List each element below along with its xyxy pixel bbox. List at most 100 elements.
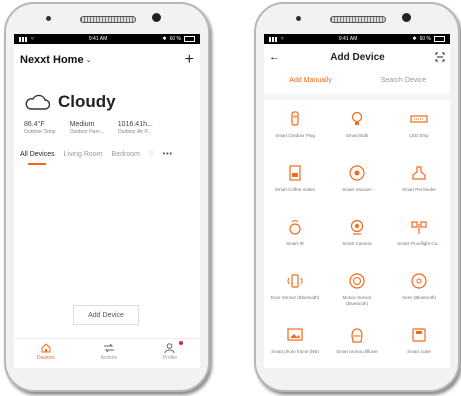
home-selector[interactable]: Nexxt Home ⌄ (20, 54, 91, 66)
device-label: LED Strip (409, 133, 429, 138)
device-camera[interactable]: Smart Camera (326, 218, 388, 264)
device-label: Smart Camera (342, 241, 372, 246)
bluetooth-icon: ✱ (412, 36, 417, 42)
stat-label: Outdoor Temp (24, 129, 56, 135)
speaker-grille (330, 16, 386, 23)
device-grid: Smart Outdoor Plug Smart Bulb LED Strip … (264, 110, 450, 368)
device-photo-frame[interactable]: Smart photo frame (NB) (264, 326, 326, 368)
room-tabs: All Devices Living Room Bedroom S ••• (20, 151, 200, 165)
nav-profile[interactable]: Profile (162, 341, 183, 361)
front-camera (402, 13, 411, 22)
status-bar: ≈ 9:41 AM ✱ 60 % (264, 34, 450, 44)
floodlight-icon (411, 221, 427, 234)
status-time: 9:41 AM (88, 36, 108, 42)
bulb-icon (351, 111, 363, 125)
signal-icon (269, 36, 277, 42)
stat-humidity: Medium Outdoor Hum... (70, 121, 104, 135)
nav-devices[interactable]: Devices (37, 343, 55, 361)
siren-icon (411, 273, 427, 289)
signal-icon (19, 36, 27, 42)
nav-label: Devices (36, 355, 55, 361)
device-scale[interactable]: Smart scale (388, 326, 450, 368)
weather-stats: 86.4°F Outdoor Temp Medium Outdoor Hum..… (24, 121, 200, 135)
motion-sensor-icon (349, 273, 365, 289)
device-label: Door Sensor (Bluetooth) (270, 295, 320, 300)
more-icon[interactable]: ••• (163, 151, 173, 158)
device-label: Smart photo frame (NB) (271, 349, 319, 354)
front-camera (152, 13, 161, 22)
device-siren[interactable]: Siren (Bluetooth) (388, 272, 450, 318)
device-bulb[interactable]: Smart Bulb (326, 110, 388, 156)
device-label: Smart Outdoor Plug (275, 133, 315, 138)
tab-partial[interactable]: S (149, 151, 154, 158)
device-label: Smart Bulb (345, 133, 369, 138)
device-outdoor-plug[interactable]: Smart Outdoor Plug (264, 110, 326, 156)
tab-living-room[interactable]: Living Room (64, 151, 103, 158)
scan-icon[interactable] (435, 52, 445, 62)
stat-value: 1016.41h... (117, 121, 153, 128)
stat-label: Outdoor Air P... (117, 129, 152, 135)
vacuum-icon (349, 165, 365, 181)
status-bar: ≈ 9:41 AM ✱ 60 % (14, 34, 200, 44)
home-icon (41, 343, 51, 353)
stat-value: Medium (69, 121, 95, 128)
outdoor-plug-icon (291, 111, 299, 126)
stat-value: 86.4°F (24, 121, 45, 128)
cloud-icon (25, 94, 50, 110)
device-label: Smart Coffee maker (274, 187, 316, 192)
tab-search-device[interactable]: Search Device (357, 77, 450, 90)
wifi-icon: ≈ (31, 36, 34, 42)
device-label: Smart Pet feeder (401, 187, 437, 192)
weather-condition: Cloudy (58, 92, 116, 111)
nav-label: Actions (100, 355, 117, 361)
chevron-down-icon: ⌄ (85, 57, 92, 64)
notification-dot (178, 341, 183, 345)
stat-temp: 86.4°F Outdoor Temp (24, 121, 56, 135)
tab-add-manually[interactable]: Add Manually (264, 77, 357, 90)
device-led-strip[interactable]: LED Strip (388, 110, 450, 156)
device-label: Siren (Bluetooth) (402, 295, 436, 300)
phone-frame-add-device: ≈ 9:41 AM ✱ 60 % ← Add Device Add Manual… (254, 2, 460, 392)
device-label: Motion Sensor (Bluetooth) (342, 295, 372, 306)
device-coffee-maker[interactable]: Smart Coffee maker (264, 164, 326, 210)
device-label: Smart aroma diffuser (336, 349, 378, 354)
device-ir[interactable]: Smart IR (264, 218, 326, 264)
bluetooth-icon: ✱ (162, 36, 167, 42)
device-vacuum[interactable]: Smart Vacuum (326, 164, 388, 210)
profile-icon (164, 343, 175, 353)
nav-label: Profile (162, 355, 178, 361)
bottom-nav: Devices Actions Profile (14, 338, 200, 368)
add-device-button[interactable]: Add Device (73, 305, 139, 325)
wifi-icon: ≈ (281, 36, 284, 42)
add-device-tabs: Add Manually Search Device (264, 77, 450, 90)
aroma-diffuser-icon (351, 328, 363, 343)
add-icon[interactable]: + (185, 52, 194, 68)
home-screen: ≈ 9:41 AM ✱ 60 % Nexxt Home ⌄ + Cloudy 8… (14, 34, 200, 368)
nav-actions[interactable]: Actions (101, 343, 117, 361)
pet-feeder-icon (412, 166, 426, 180)
device-motion-sensor[interactable]: Motion Sensor (Bluetooth) (326, 272, 388, 318)
weather-widget: Cloudy (24, 92, 200, 112)
device-floodlight[interactable]: Smart Floodlight Ca... (388, 218, 450, 264)
back-arrow-icon[interactable]: ← (269, 51, 280, 63)
camera-icon (350, 219, 364, 235)
battery-icon (434, 36, 445, 42)
sensor-dot (296, 16, 301, 21)
stat-air-pressure: 1016.41h... Outdoor Air P... (118, 121, 153, 135)
photo-frame-icon (287, 328, 303, 341)
phone-frame-home: ≈ 9:41 AM ✱ 60 % Nexxt Home ⌄ + Cloudy 8… (4, 2, 210, 392)
tab-all-devices[interactable]: All Devices (20, 151, 55, 165)
battery-percent: 60 % (169, 36, 181, 42)
coffee-maker-icon (289, 165, 301, 181)
scale-icon (412, 328, 426, 342)
status-time: 9:41 AM (338, 36, 358, 42)
device-door-sensor[interactable]: Door Sensor (Bluetooth) (264, 272, 326, 318)
tab-bedroom[interactable]: Bedroom (112, 151, 140, 158)
page-title: Add Device (330, 51, 385, 63)
divider (264, 94, 450, 100)
device-aroma-diffuser[interactable]: Smart aroma diffuser (326, 326, 388, 368)
stat-label: Outdoor Hum... (69, 129, 104, 135)
device-label: Smart Floodlight Ca... (397, 241, 441, 246)
battery-percent: 60 % (419, 36, 431, 42)
device-pet-feeder[interactable]: Smart Pet feeder (388, 164, 450, 210)
